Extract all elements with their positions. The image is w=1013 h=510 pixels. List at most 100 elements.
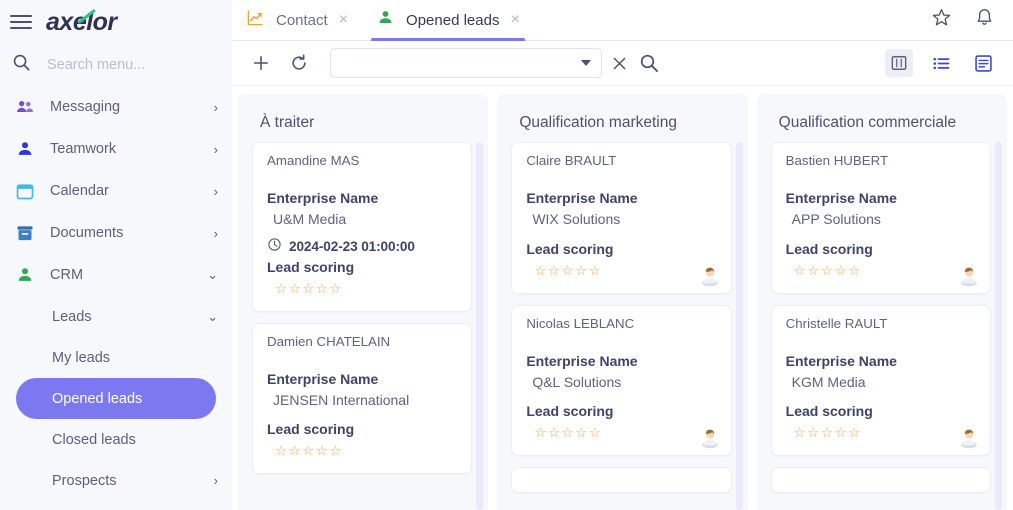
chevron-right-icon: › (213, 141, 218, 157)
kanban-card[interactable]: Damien CHATELAIN Enterprise Name JENSEN … (252, 322, 473, 475)
chevron-right-icon: › (213, 473, 218, 488)
list-view-button[interactable] (927, 49, 955, 77)
person-green-icon (376, 8, 395, 32)
sidebar-sub-label: Leads (52, 308, 92, 325)
close-icon[interactable]: × (510, 12, 519, 28)
card-score-label: Lead scoring (785, 403, 873, 420)
sidebar-item-label: Calendar (50, 183, 109, 199)
search-menu-field[interactable]: Search menu... (0, 44, 232, 86)
sidebar-item-my-leads[interactable]: My leads (0, 337, 232, 378)
sidebar-item-documents[interactable]: Documents › (0, 212, 232, 254)
tab-bar: Contact × Opened leads × (232, 0, 1013, 41)
sidebar-item-leads[interactable]: Leads ⌄ (0, 296, 232, 337)
form-view-button[interactable] (969, 49, 997, 77)
card-field-value: Q&L Solutions (532, 373, 622, 390)
kanban-card-partial[interactable] (511, 467, 732, 494)
kanban-column-title: À traiter (260, 114, 315, 131)
chevron-down-icon: ⌄ (207, 308, 218, 324)
sidebar-item-teamwork[interactable]: Teamwork › (0, 128, 232, 170)
kanban-card[interactable]: Amandine MAS Enterprise Name U&M Media 2… (252, 142, 473, 312)
card-star-rating[interactable]: ☆☆☆☆☆ (786, 262, 976, 281)
tab-bar-spacer (534, 0, 931, 40)
card-field-label: Enterprise Name (267, 370, 379, 387)
star-icon[interactable] (931, 7, 952, 33)
sidebar-item-calendar[interactable]: Calendar › (0, 170, 232, 212)
person-icon (14, 138, 36, 160)
card-star-rating[interactable]: ☆☆☆☆☆ (526, 424, 716, 443)
main-area: Contact × Opened leads × À traiter Amand… (232, 0, 1013, 510)
search-field-wrapper[interactable] (330, 48, 602, 78)
card-field-label: Enterprise Name (785, 190, 897, 206)
kanban-card[interactable]: Claire BRAULT Enterprise Name WIX Soluti… (511, 142, 732, 294)
refresh-button[interactable] (282, 46, 316, 80)
column-scrollbar[interactable] (994, 142, 1002, 510)
sidebar-item-opened-leads[interactable]: Opened leads (0, 378, 232, 419)
column-scrollbar[interactable] (735, 142, 743, 510)
kanban-column-title: Qualification commerciale (778, 114, 957, 131)
menu-toggle-icon[interactable] (10, 11, 32, 33)
search-submit-button[interactable] (636, 49, 662, 77)
sidebar-sub-label: Prospects (52, 472, 117, 489)
kanban-card[interactable]: Nicolas LEBLANC Enterprise Name Q&L Solu… (511, 304, 732, 457)
column-scrollbar[interactable] (476, 142, 484, 510)
card-field-value: U&M Media (273, 211, 347, 227)
chevron-down-icon: ⌄ (207, 267, 218, 282)
card-field-label: Enterprise Name (785, 352, 897, 369)
search-icon (12, 53, 31, 77)
bell-icon[interactable] (974, 7, 995, 33)
sidebar-item-label: CRM (50, 267, 84, 283)
card-field-value: KGM Media (791, 373, 866, 390)
card-field-label: Enterprise Name (526, 352, 638, 369)
search-menu-placeholder: Search menu... (47, 57, 146, 73)
card-star-rating[interactable]: ☆☆☆☆☆ (267, 442, 457, 461)
kanban-board: À traiter Amandine MAS Enterprise Name U… (232, 86, 1013, 510)
logo-text-a: a (46, 7, 60, 36)
tab-label: Contact (276, 11, 328, 29)
chevron-right-icon: › (213, 225, 218, 241)
avatar (958, 427, 980, 449)
documents-icon (14, 222, 36, 244)
kanban-column-qualification-marketing: Qualification marketing Claire BRAULT En… (497, 94, 748, 510)
sidebar-item-crm[interactable]: CRM ⌄ (0, 254, 232, 296)
tab-contact[interactable]: Contact × (232, 0, 362, 40)
clear-search-button[interactable] (606, 49, 632, 77)
sidebar-item-closed-leads[interactable]: Closed leads (0, 419, 232, 460)
card-field-value: APP Solutions (791, 211, 881, 227)
avatar (699, 265, 721, 287)
toolbar (232, 41, 1013, 86)
close-icon[interactable]: × (339, 12, 348, 28)
card-score-label: Lead scoring (526, 403, 614, 420)
kanban-card-partial[interactable] (770, 467, 991, 494)
card-field-value: JENSEN International (273, 391, 410, 408)
sidebar-item-messaging[interactable]: Messaging › (0, 86, 232, 128)
kanban-column-body[interactable]: Amandine MAS Enterprise Name U&M Media 2… (238, 142, 488, 510)
sidebar-item-prospects[interactable]: Prospects › (0, 460, 232, 501)
card-contact-name: Amandine MAS (267, 153, 360, 168)
card-contact-name: Claire BRAULT (526, 153, 617, 168)
kanban-card[interactable]: Christelle RAULT Enterprise Name KGM Med… (770, 304, 991, 457)
kanban-column-body[interactable]: Claire BRAULT Enterprise Name WIX Soluti… (497, 142, 747, 510)
card-contact-name: Nicolas LEBLANC (526, 315, 635, 331)
kanban-view-button[interactable] (885, 49, 913, 77)
card-score-label: Lead scoring (785, 240, 873, 257)
sidebar-leaf-label: My leads (52, 349, 111, 366)
add-record-button[interactable] (244, 46, 278, 80)
kanban-column-a-traiter: À traiter Amandine MAS Enterprise Name U… (238, 94, 489, 510)
search-input[interactable] (341, 55, 581, 71)
sidebar-leaf-label: Closed leads (52, 431, 136, 448)
card-star-rating[interactable]: ☆☆☆☆☆ (267, 280, 457, 299)
sidebar: axelor Search menu... Messaging › Teamwo… (0, 0, 232, 510)
kanban-column-body[interactable]: Bastien HUBERT Enterprise Name APP Solut… (757, 142, 1007, 510)
calendar-icon (14, 180, 36, 202)
kanban-column-qualification-commerciale: Qualification commerciale Bastien HUBERT… (756, 94, 1007, 510)
chart-line-icon (246, 8, 265, 32)
card-field-value: WIX Solutions (532, 211, 621, 227)
tab-opened-leads[interactable]: Opened leads × (362, 0, 534, 41)
card-contact-name: Damien CHATELAIN (267, 333, 391, 349)
chevron-down-icon[interactable] (581, 60, 591, 66)
card-star-rating[interactable]: ☆☆☆☆☆ (526, 262, 716, 281)
chevron-right-icon: › (213, 99, 218, 115)
card-star-rating[interactable]: ☆☆☆☆☆ (786, 424, 976, 443)
sidebar-item-label: Messaging (50, 99, 121, 115)
kanban-card[interactable]: Bastien HUBERT Enterprise Name APP Solut… (770, 142, 991, 294)
